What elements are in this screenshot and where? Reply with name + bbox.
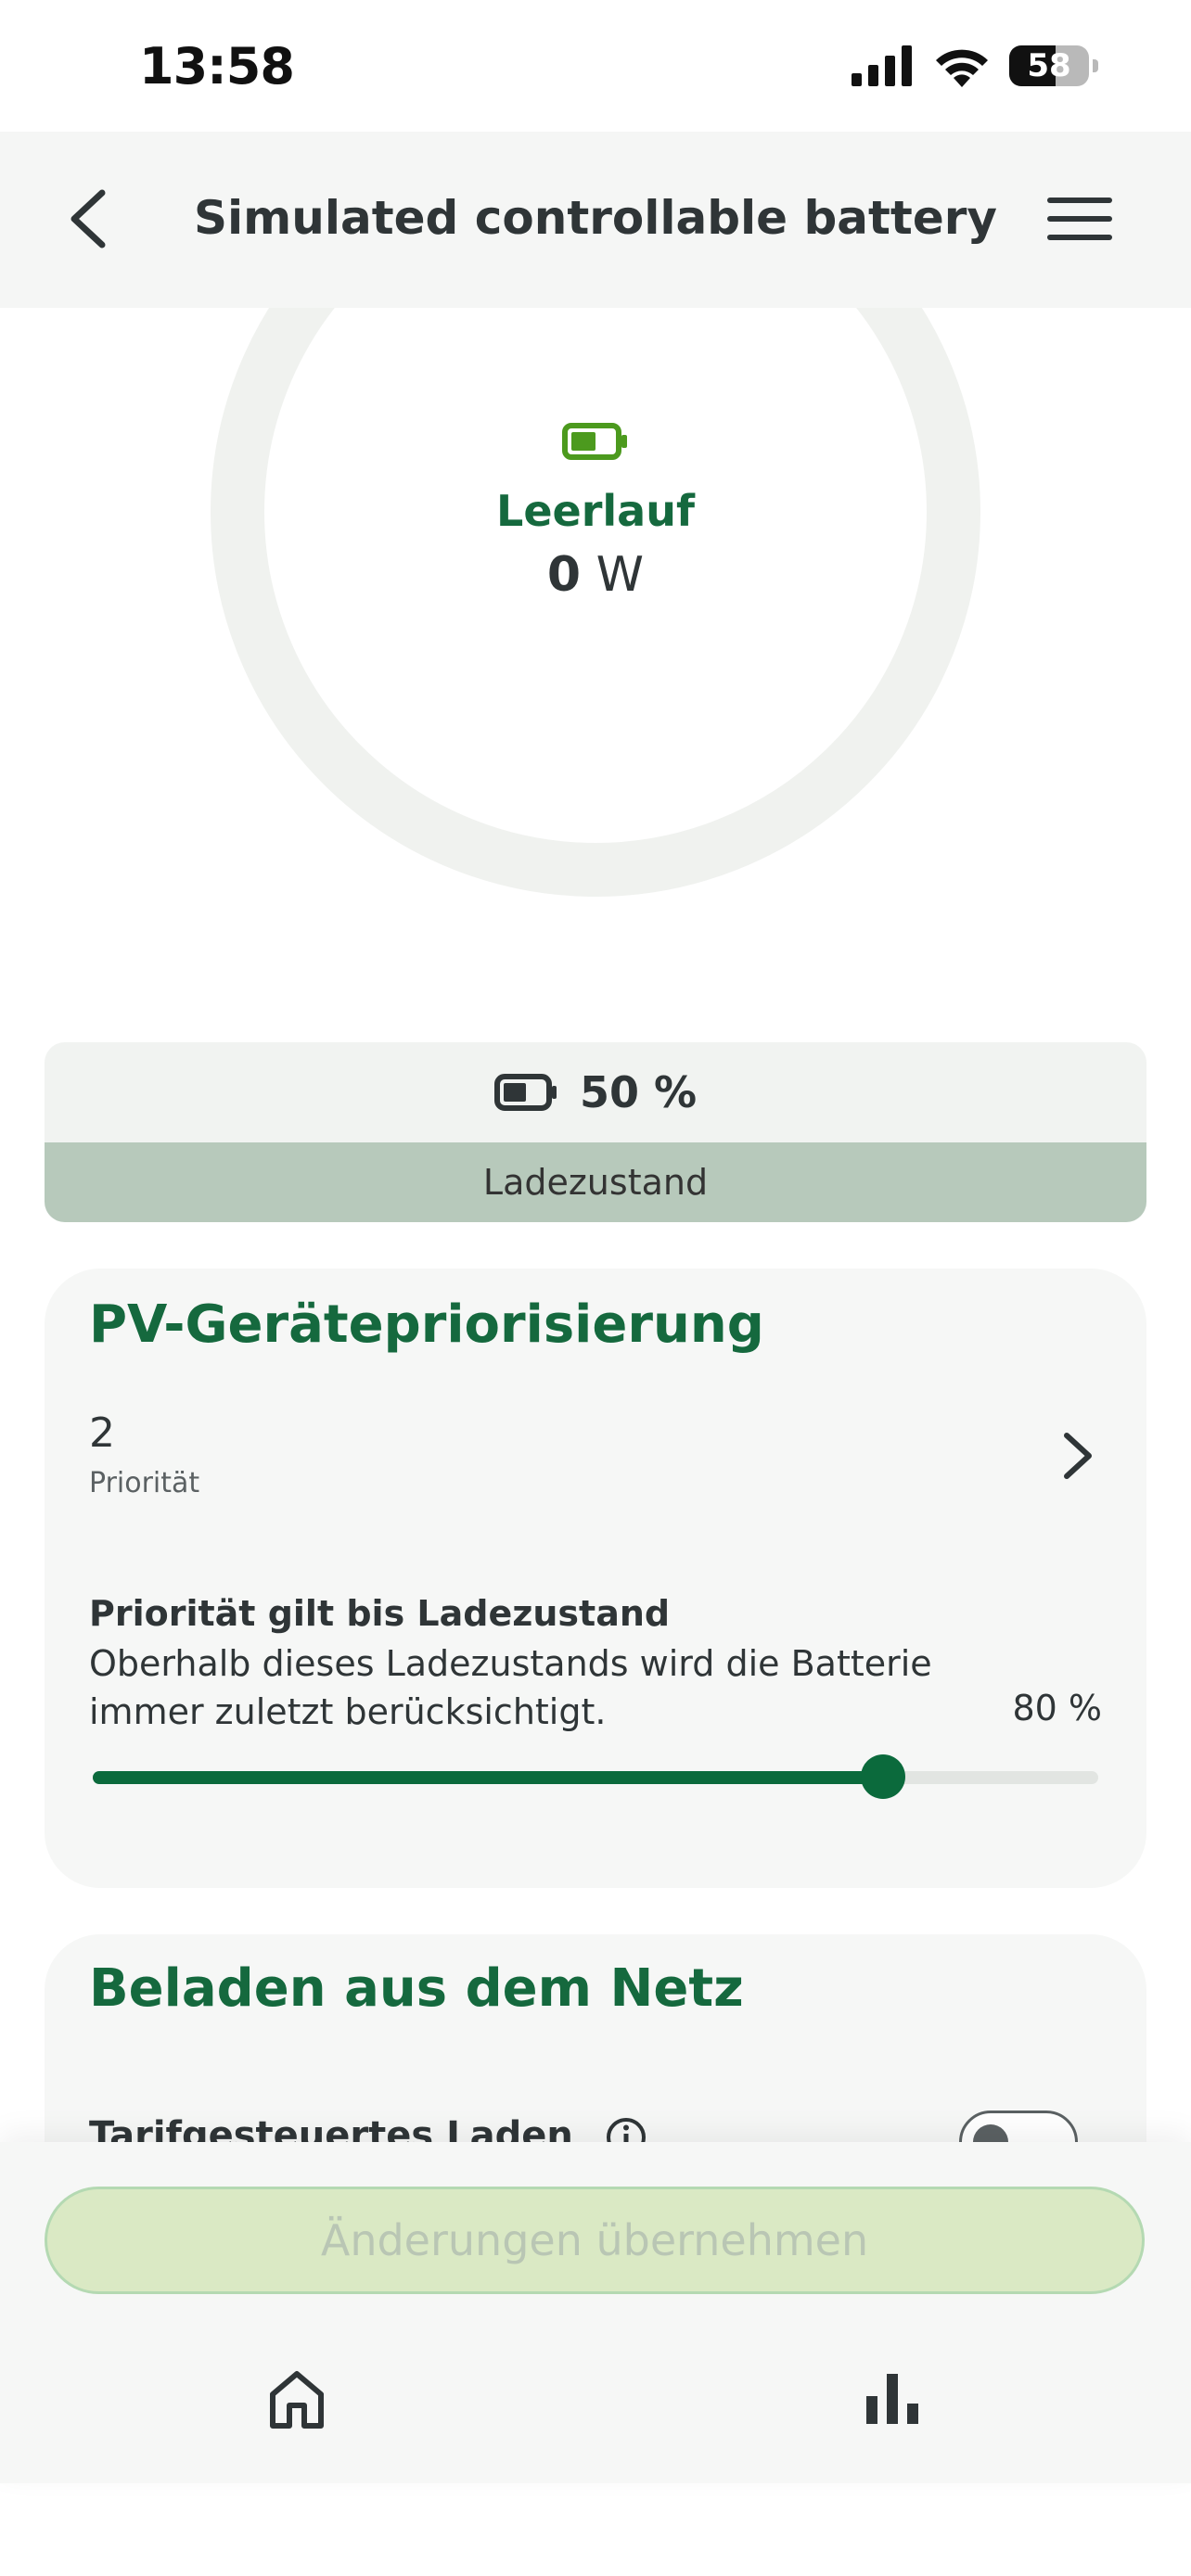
chevron-right-icon [1064,1433,1092,1479]
page-title: Simulated controllable battery [194,191,997,245]
slider-fill [93,1771,883,1784]
wifi-icon [936,49,988,87]
power-readout: 0 W [0,547,1191,603]
slider-thumb[interactable] [861,1754,905,1799]
pv-priority-card [45,1269,1146,1888]
soc-limit-value: 80 % [1012,1688,1102,1728]
battery-half-icon [493,1074,557,1111]
battery-status-icon: 58 [1009,45,1098,86]
battery-state-label: Leerlauf [496,486,695,536]
power-unit: W [596,547,645,603]
priority-label: Priorität [89,1467,200,1499]
hamburger-menu-icon [1047,198,1112,240]
soc-limit-description: Oberhalb dieses Ladezustands wird die Ba… [89,1643,932,1732]
priority-value: 2 [89,1409,115,1457]
battery-idle-icon [562,423,627,460]
pv-priority-title: PV-Gerätepriorisierung [89,1294,764,1355]
apply-changes-button[interactable]: Änderungen übernehmen [45,2187,1145,2294]
soc-limit-title: Priorität gilt bis Ladezustand [89,1593,671,1634]
status-time: 13:58 [139,37,295,96]
state-of-charge-label: Ladezustand [45,1142,1146,1222]
state-of-charge-value: 50 % [579,1067,698,1117]
stats-icon[interactable] [863,2368,922,2428]
state-of-charge-row: 50 % [45,1042,1146,1142]
battery-level-text: 58 [1027,47,1071,84]
power-value: 0 [546,547,582,603]
home-icon[interactable] [265,2368,328,2431]
status-icons: 58 [852,45,1098,87]
cellular-signal-icon [852,45,912,86]
state-of-charge-card: 50 % Ladezustand [45,1042,1146,1222]
grid-charging-title: Beladen aus dem Netz [89,1958,744,2019]
menu-button[interactable] [1044,191,1115,247]
